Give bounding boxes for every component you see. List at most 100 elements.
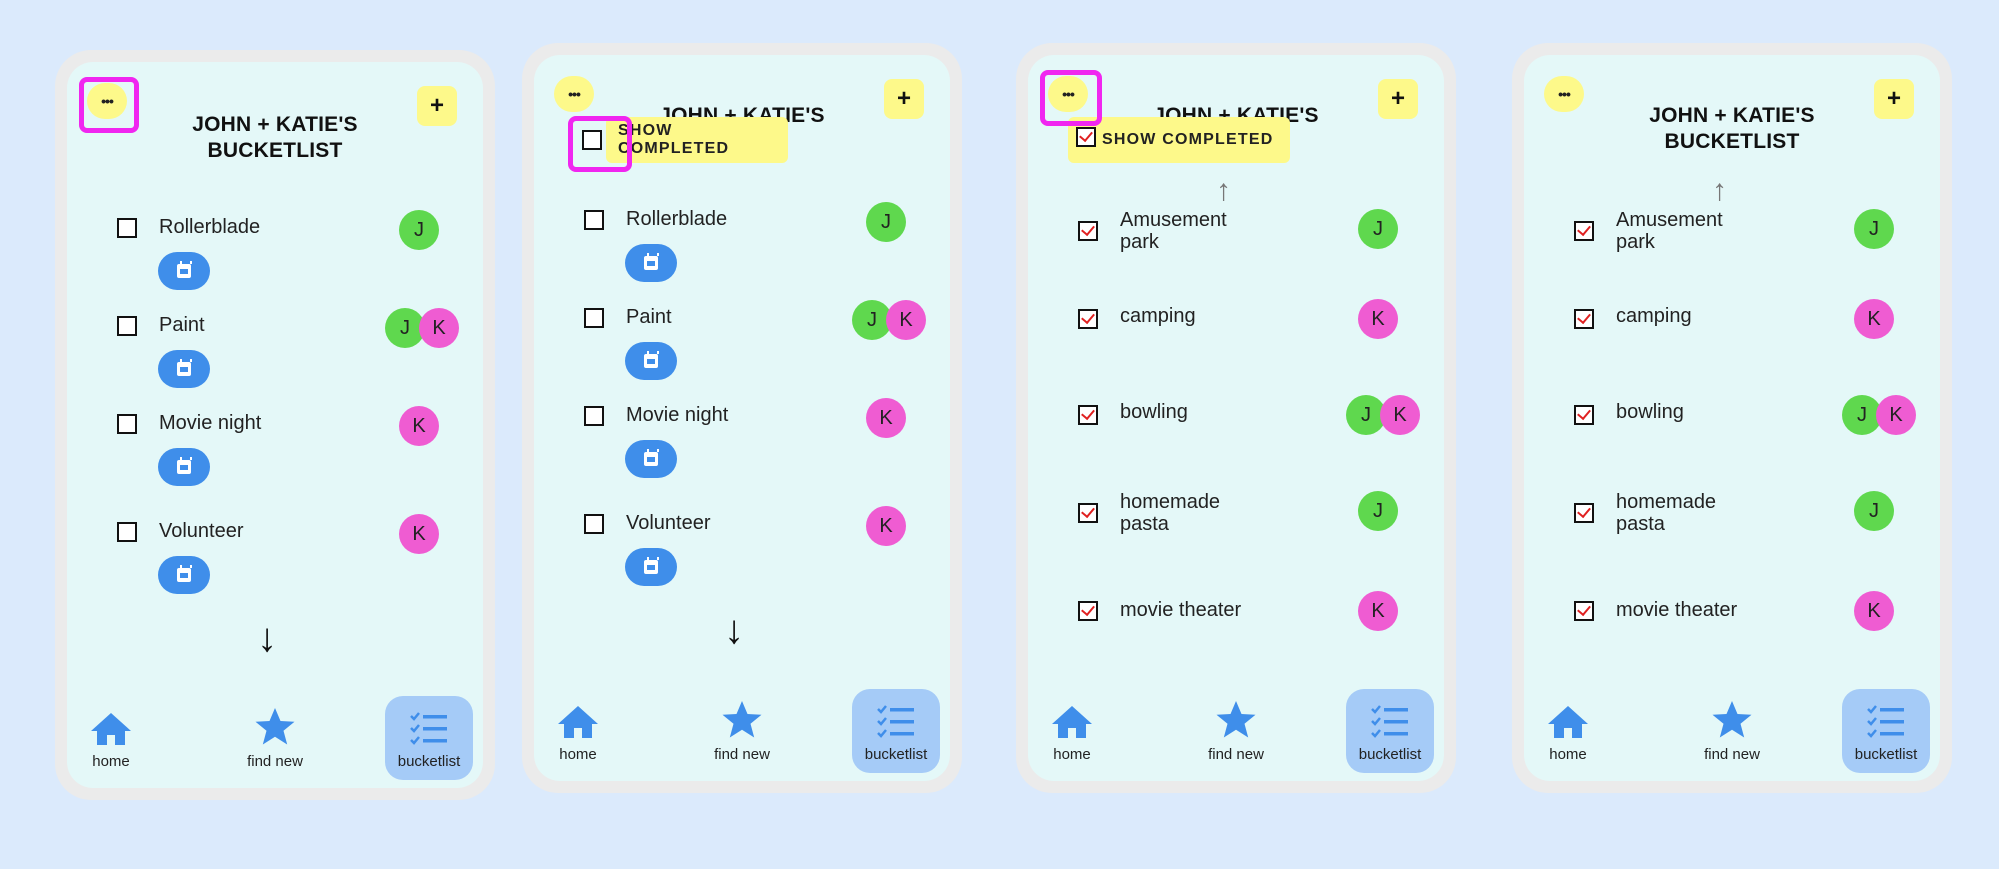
item-label: movie theater — [1616, 599, 1738, 621]
phone-screen-3: ••• + JOHN + KATIE'S SHOW COMPLETED ↑ Am… — [1016, 43, 1456, 793]
nav-bucketlist[interactable]: bucketlist — [852, 689, 940, 773]
avatar-k: K — [866, 506, 906, 546]
title-line-1: JOHN + KATIE'S — [192, 113, 358, 136]
phone-screen-4: ••• + JOHN + KATIE'S BUCKETLIST ↑ Amusem… — [1512, 43, 1952, 793]
item-checkbox[interactable] — [1574, 221, 1594, 241]
app-screen: ••• + JOHN + KATIE'S BUCKETLIST ↑ Amusem… — [1524, 55, 1940, 781]
checklist-icon — [410, 712, 447, 745]
schedule-button[interactable] — [625, 244, 677, 282]
schedule-button[interactable] — [158, 556, 210, 594]
nav-label: find new — [714, 746, 770, 763]
avatar-k: K — [399, 406, 439, 446]
title-line-2: BUCKETLIST — [1664, 130, 1800, 153]
menu-button[interactable]: ••• — [1544, 76, 1584, 112]
item-label: camping — [1616, 305, 1692, 327]
bottom-nav: home find new bucketlist — [1028, 685, 1444, 781]
calendar-icon — [177, 565, 192, 582]
menu-button[interactable]: ••• — [554, 76, 594, 112]
star-icon — [722, 701, 762, 738]
schedule-button[interactable] — [158, 252, 210, 290]
show-completed-toggle[interactable]: SHOW COMPLETED — [606, 117, 788, 163]
item-label: Amusement park — [1120, 209, 1227, 253]
nav-label: find new — [1704, 746, 1760, 763]
item-checkbox[interactable] — [584, 308, 604, 328]
item-checkbox[interactable] — [1078, 221, 1098, 241]
item-checkbox[interactable] — [1078, 601, 1098, 621]
plus-icon: + — [429, 92, 444, 119]
item-checkbox[interactable] — [1078, 309, 1098, 329]
item-checkbox[interactable] — [117, 316, 137, 336]
avatar-k: K — [1854, 591, 1894, 631]
schedule-button[interactable] — [625, 342, 677, 380]
item-checkbox[interactable] — [117, 414, 137, 434]
nav-label: bucketlist — [1358, 746, 1422, 763]
item-label: Rollerblade — [159, 216, 261, 238]
item-checkbox[interactable] — [1574, 309, 1594, 329]
more-icon: ••• — [568, 86, 581, 102]
app-screen: ••• + JOHN + KATIE'S SHOW COMPLETED ↑ Am… — [1028, 55, 1444, 781]
nav-home[interactable]: home — [67, 696, 155, 780]
nav-bucketlist[interactable]: bucketlist — [385, 696, 473, 780]
add-item-button[interactable]: + — [1874, 79, 1914, 119]
home-icon — [558, 706, 598, 738]
nav-find-new[interactable]: find new — [698, 689, 786, 773]
add-item-button[interactable]: + — [884, 79, 924, 119]
schedule-button[interactable] — [625, 548, 677, 586]
calendar-icon — [644, 557, 659, 574]
item-label: Volunteer — [626, 512, 711, 534]
avatar-k: K — [1358, 299, 1398, 339]
item-checkbox[interactable] — [584, 210, 604, 230]
item-label: homemade pasta — [1616, 491, 1717, 535]
calendar-icon — [644, 449, 659, 466]
avatar-k: K — [399, 514, 439, 554]
plus-icon: + — [1886, 85, 1901, 112]
tap-highlight — [1040, 70, 1102, 126]
item-label: Amusement park — [1616, 209, 1723, 253]
star-icon — [255, 708, 295, 745]
star-icon — [1712, 701, 1752, 738]
nav-label: home — [1549, 746, 1587, 763]
nav-find-new[interactable]: find new — [1688, 689, 1776, 773]
nav-find-new[interactable]: find new — [1192, 689, 1280, 773]
nav-home[interactable]: home — [1028, 689, 1116, 773]
add-item-button[interactable]: + — [1378, 79, 1418, 119]
item-label: homemade pasta — [1120, 491, 1221, 535]
nav-find-new[interactable]: find new — [231, 696, 319, 780]
calendar-icon — [177, 359, 192, 376]
item-checkbox[interactable] — [1574, 601, 1594, 621]
nav-bucketlist[interactable]: bucketlist — [1842, 689, 1930, 773]
item-checkbox[interactable] — [1574, 503, 1594, 523]
avatar-k: K — [1854, 299, 1894, 339]
show-completed-label: SHOW COMPLETED — [618, 122, 730, 157]
calendar-icon — [177, 261, 192, 278]
item-checkbox[interactable] — [1078, 503, 1098, 523]
item-checkbox[interactable] — [584, 406, 604, 426]
add-item-button[interactable]: + — [417, 86, 457, 126]
scroll-down-arrow-icon: ↓ — [724, 608, 744, 652]
item-checkbox[interactable] — [117, 522, 137, 542]
nav-home[interactable]: home — [1524, 689, 1612, 773]
nav-label: home — [1053, 746, 1091, 763]
bottom-nav: home find new bucketlist — [1524, 685, 1940, 781]
item-label: bowling — [1120, 401, 1188, 423]
schedule-button[interactable] — [158, 350, 210, 388]
avatar-k: K — [866, 398, 906, 438]
item-checkbox[interactable] — [1574, 405, 1594, 425]
schedule-button[interactable] — [158, 448, 210, 486]
avatar-k: K — [886, 300, 926, 340]
calendar-icon — [177, 457, 192, 474]
nav-bucketlist[interactable]: bucketlist — [1346, 689, 1434, 773]
item-checkbox[interactable] — [1078, 405, 1098, 425]
schedule-button[interactable] — [625, 440, 677, 478]
show-completed-checkbox[interactable] — [1076, 127, 1096, 147]
avatar-j: J — [399, 210, 439, 250]
title-line-2: BUCKETLIST — [207, 139, 343, 162]
scroll-down-arrow-icon: ↓ — [257, 616, 277, 660]
item-label: Rollerblade — [626, 208, 728, 230]
item-checkbox[interactable] — [584, 514, 604, 534]
item-label: bowling — [1616, 401, 1684, 423]
show-completed-toggle[interactable]: SHOW COMPLETED — [1068, 117, 1290, 163]
nav-home[interactable]: home — [534, 689, 622, 773]
item-checkbox[interactable] — [117, 218, 137, 238]
item-label: Volunteer — [159, 520, 244, 542]
